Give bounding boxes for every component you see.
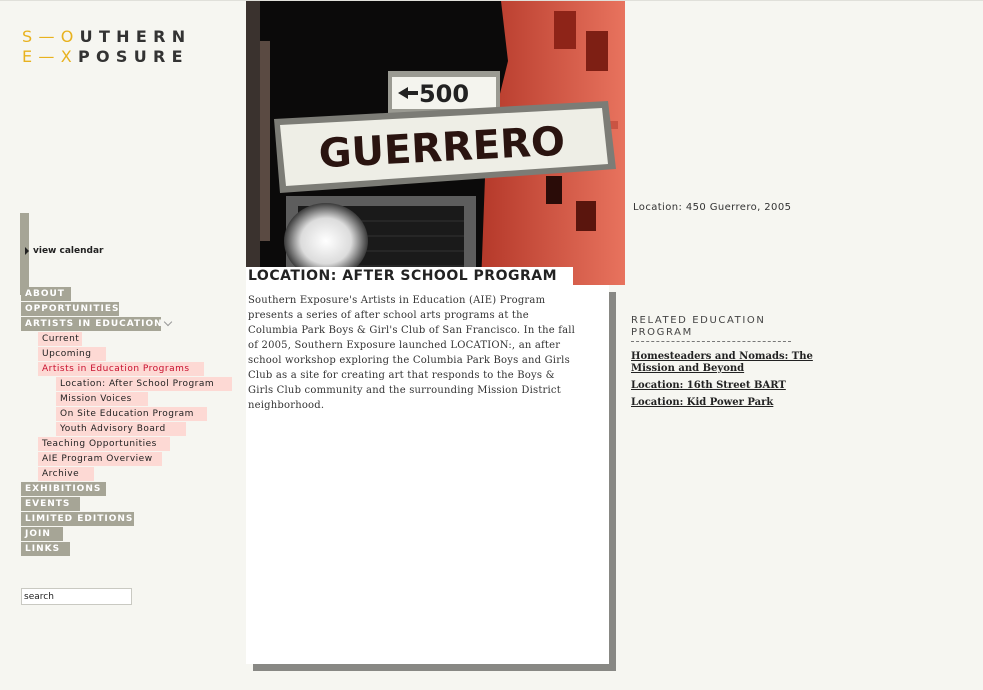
hero-image: 500 GUERRERO: [246, 1, 625, 285]
nav-item-aie-overview[interactable]: AIE Program Overview: [38, 452, 162, 466]
search-input[interactable]: [21, 588, 132, 605]
nav-item-current[interactable]: Current: [38, 332, 82, 346]
nav-item-opportunities[interactable]: OPPORTUNITIES: [21, 302, 119, 316]
nav-item-location-after-school[interactable]: Location: After School Program: [56, 377, 232, 391]
body-text: Southern Exposure's Artists in Education…: [248, 295, 576, 411]
nav-item-on-site-education[interactable]: On Site Education Program: [56, 407, 207, 421]
logo-text: UTHERN: [79, 27, 192, 46]
nav-item-artists-in-education[interactable]: ARTISTS IN EDUCATION: [21, 317, 162, 331]
chevron-down-icon[interactable]: [163, 317, 173, 327]
related-link-16th-street[interactable]: Location: 16th Street BART: [631, 380, 821, 392]
nav-item-join[interactable]: JOIN: [21, 527, 63, 541]
play-arrow-icon: [25, 247, 29, 255]
related-link-kid-power-park[interactable]: Location: Kid Power Park: [631, 397, 821, 409]
nav-item-limited-editions[interactable]: LIMITED EDITIONS: [21, 512, 134, 526]
nav-item-teaching-opportunities[interactable]: Teaching Opportunities: [38, 437, 170, 451]
logo-accent: S—O: [22, 27, 80, 46]
view-calendar-label: view calendar: [33, 246, 104, 256]
page-title: LOCATION: AFTER SCHOOL PROGRAM: [246, 267, 574, 286]
nav-item-links[interactable]: LINKS: [21, 542, 70, 556]
image-caption: Location: 450 Guerrero, 2005: [633, 202, 792, 213]
view-calendar-link[interactable]: view calendar: [25, 246, 103, 256]
nav-item-mission-voices[interactable]: Mission Voices: [56, 392, 148, 406]
logo-accent: E—X: [22, 47, 78, 66]
sign-number: 500: [419, 80, 469, 108]
nav-item-exhibitions[interactable]: EXHIBITIONS: [21, 482, 106, 496]
nav-item-about[interactable]: ABOUT: [21, 287, 71, 301]
nav-item-aie-programs[interactable]: Artists in Education Programs: [38, 362, 204, 376]
related-link-homesteaders[interactable]: Homesteaders and Nomads: The Mission and…: [631, 351, 821, 375]
nav-item-events[interactable]: EVENTS: [21, 497, 80, 511]
nav-item-upcoming[interactable]: Upcoming: [38, 347, 106, 361]
nav-item-archive[interactable]: Archive: [38, 467, 94, 481]
site-logo[interactable]: S—O UTHERN E—X POSURE: [22, 27, 191, 67]
nav-item-youth-advisory-board[interactable]: Youth Advisory Board: [56, 422, 186, 436]
related-heading: RELATED EDUCATION PROGRAM: [631, 315, 791, 342]
logo-text: POSURE: [77, 47, 189, 66]
